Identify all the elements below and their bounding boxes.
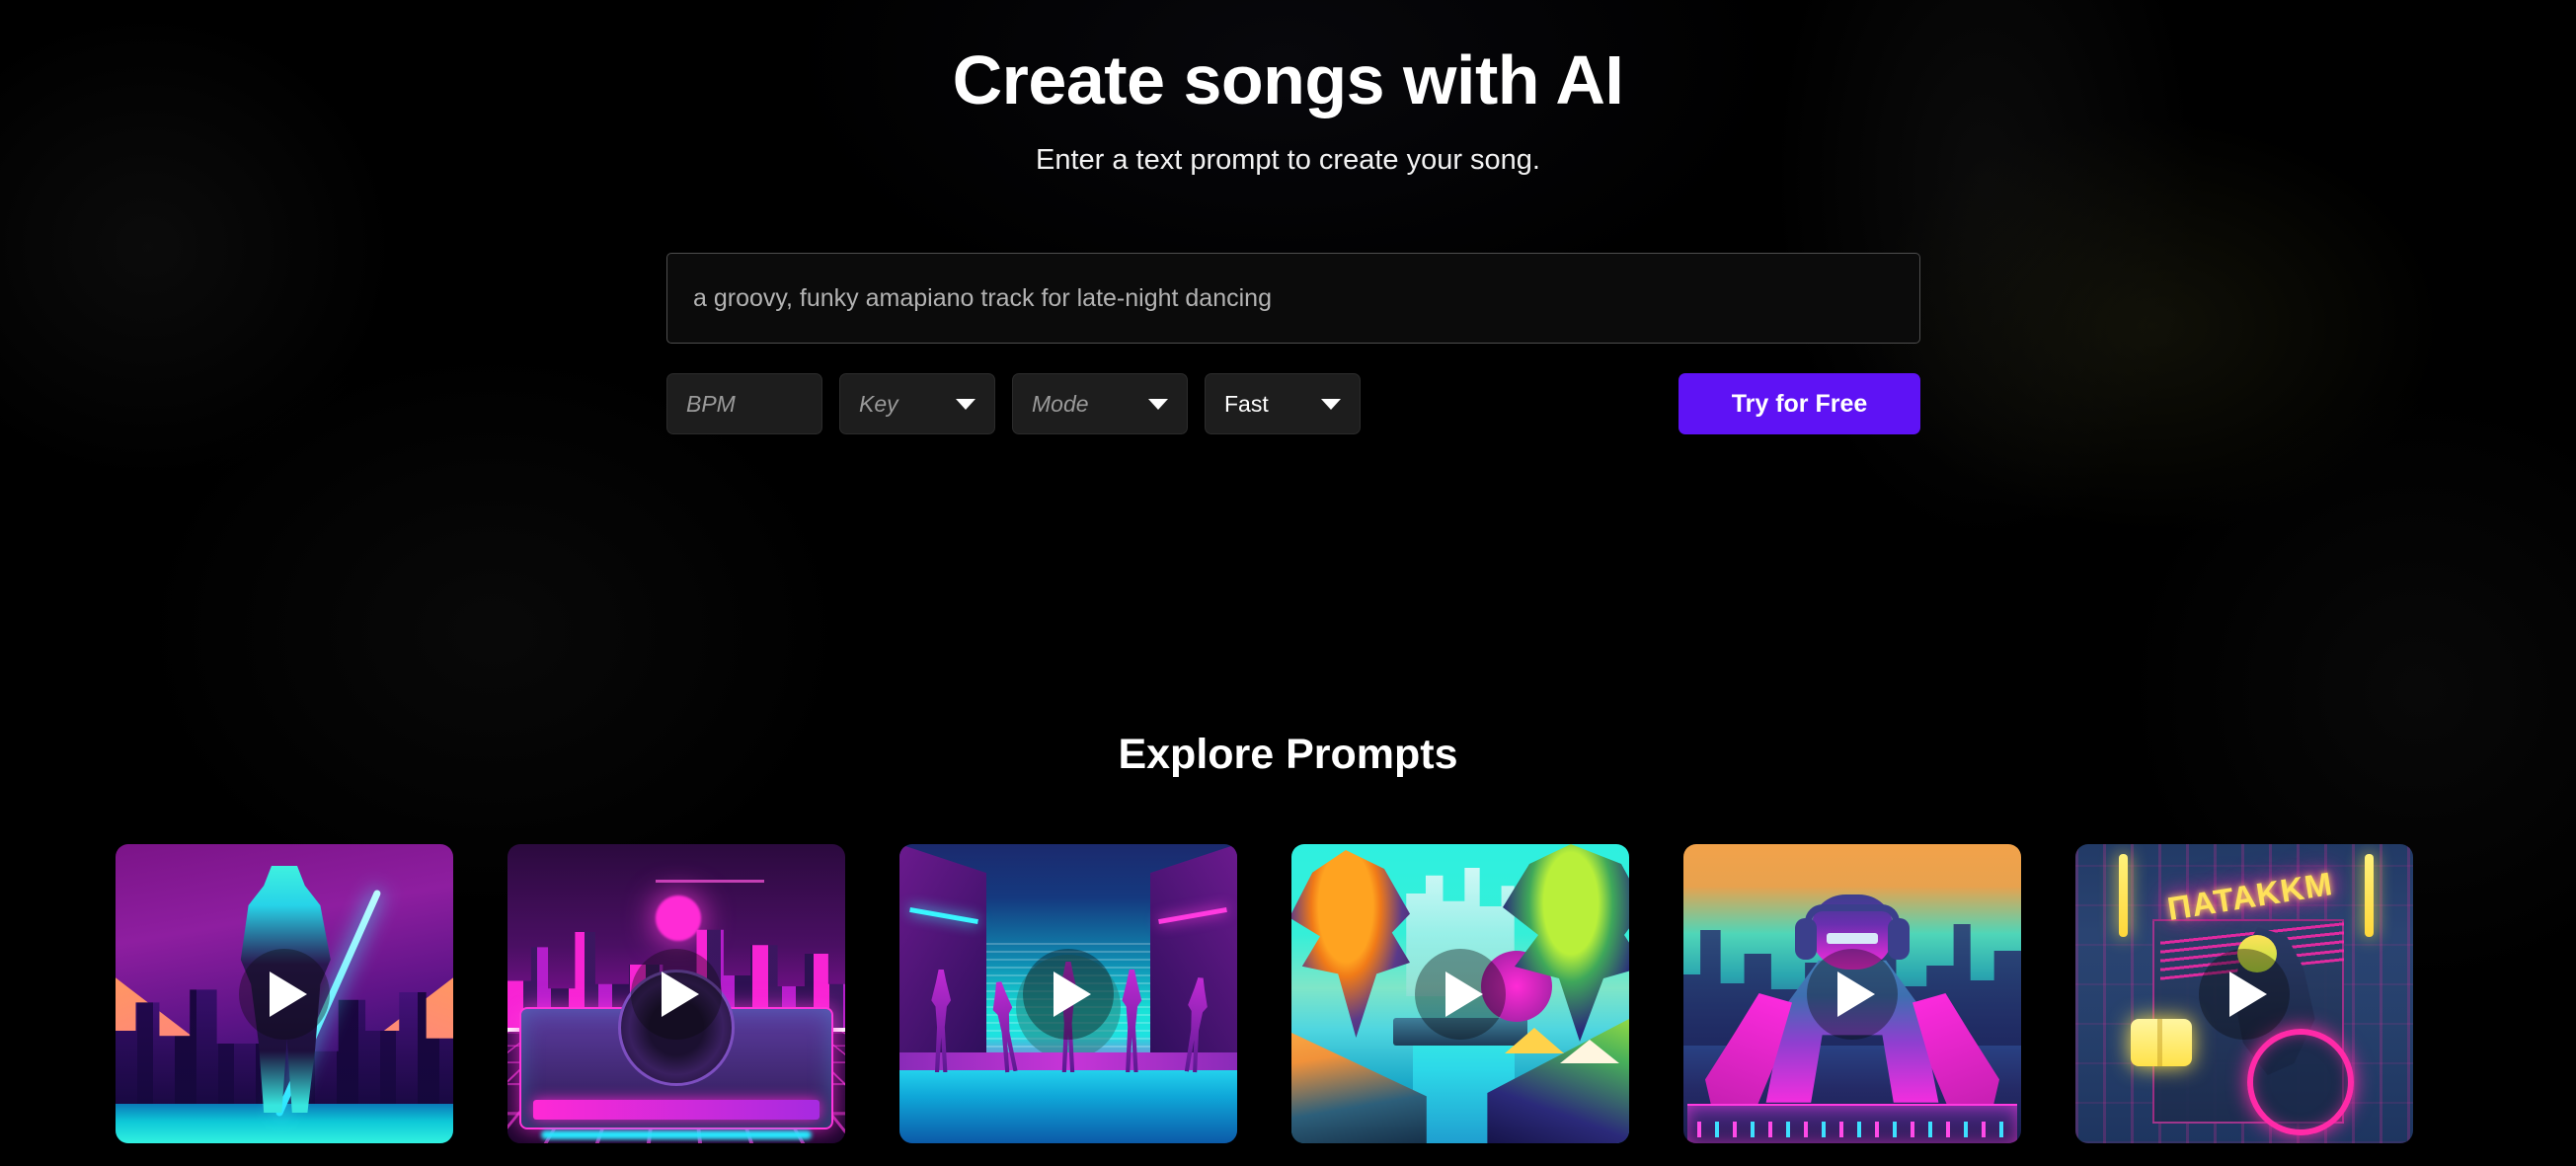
- play-button[interactable]: [1807, 948, 1898, 1040]
- hero-section: Create songs with AI Enter a text prompt…: [0, 0, 2576, 177]
- prompt-card-3[interactable]: [899, 844, 1237, 1143]
- play-button[interactable]: [1415, 948, 1506, 1040]
- play-button[interactable]: [239, 948, 330, 1040]
- bpm-label: BPM: [686, 390, 736, 417]
- mode-label: Mode: [1032, 390, 1089, 417]
- play-icon: [1837, 971, 1875, 1017]
- play-icon: [2229, 971, 2267, 1017]
- page-title: Create songs with AI: [952, 41, 1624, 118]
- bpm-input[interactable]: BPM: [666, 373, 822, 434]
- play-icon: [1445, 971, 1483, 1017]
- prompt-input[interactable]: [666, 253, 1920, 344]
- explore-prompts-grid: ΠATAKKM: [116, 844, 2465, 1166]
- chevron-down-icon: [1321, 398, 1341, 410]
- play-icon: [1054, 971, 1091, 1017]
- prompt-card-2[interactable]: [507, 844, 845, 1143]
- speed-label: Fast: [1224, 390, 1269, 417]
- try-for-free-button[interactable]: Try for Free: [1678, 373, 1920, 434]
- prompt-card-4[interactable]: [1291, 844, 1629, 1143]
- play-icon: [662, 971, 699, 1017]
- key-dropdown[interactable]: Key: [839, 373, 995, 434]
- chevron-down-icon: [956, 398, 976, 410]
- speed-dropdown[interactable]: Fast: [1205, 373, 1361, 434]
- prompt-card-6[interactable]: ΠATAKKM: [2075, 844, 2413, 1143]
- chevron-down-icon: [1148, 398, 1168, 410]
- key-label: Key: [859, 390, 898, 417]
- prompt-card-5[interactable]: [1683, 844, 2021, 1143]
- play-button[interactable]: [631, 948, 722, 1040]
- play-button[interactable]: [2199, 948, 2290, 1040]
- prompt-card-1[interactable]: [116, 844, 453, 1143]
- page-root: Create songs with AI Enter a text prompt…: [0, 0, 2576, 1166]
- page-subtitle: Enter a text prompt to create your song.: [1036, 144, 1540, 176]
- prompt-field-wrapper: [666, 253, 1920, 344]
- mode-dropdown[interactable]: Mode: [1012, 373, 1188, 434]
- play-button[interactable]: [1023, 948, 1114, 1040]
- play-icon: [270, 971, 307, 1017]
- explore-prompts-heading: Explore Prompts: [1118, 731, 1458, 778]
